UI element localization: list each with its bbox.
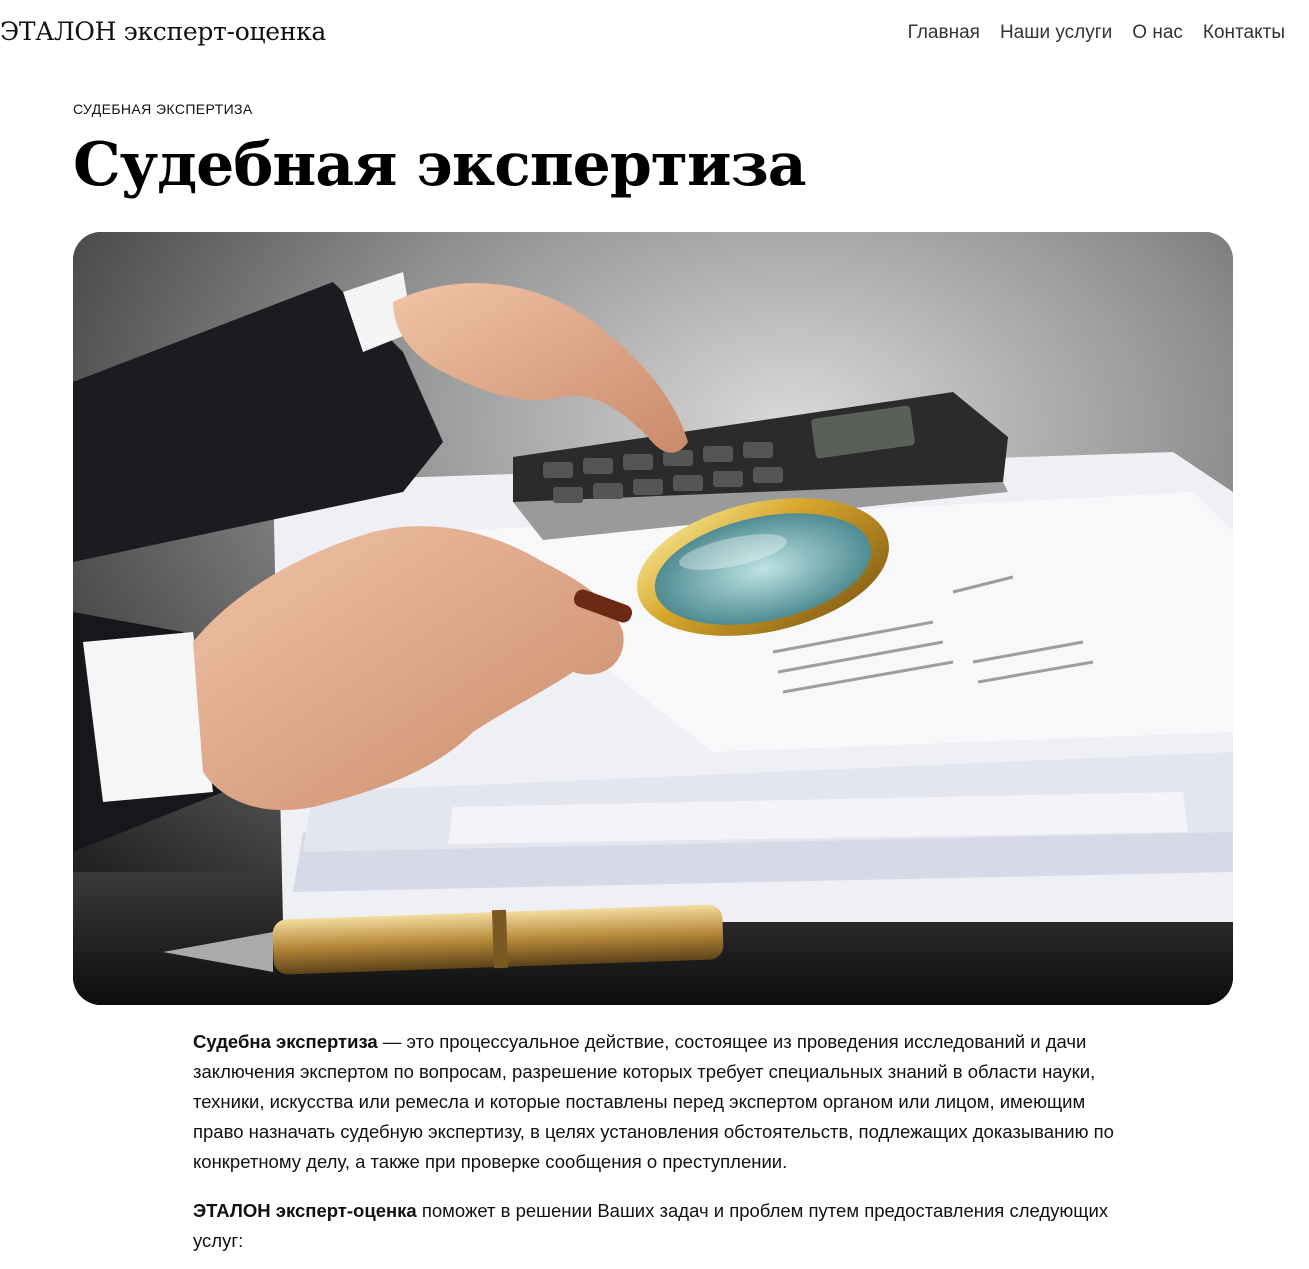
page-title: Судебная экспертиза	[73, 130, 807, 200]
intro-paragraph: Судебна экспертиза — это процессуальное …	[193, 1027, 1123, 1177]
hero-photo-illustration	[73, 232, 1233, 1005]
nav-item-services[interactable]: Наши услуги	[1000, 22, 1112, 44]
breadcrumb: СУДЕБНАЯ ЭКСПЕРТИЗА	[73, 101, 253, 117]
intro-text: — это процессуальное действие, состоящее…	[193, 1031, 1114, 1172]
intro-bold-term: Судебна экспертиза	[193, 1031, 378, 1052]
article-content: Судебна экспертиза — это процессуальное …	[193, 1027, 1123, 1269]
nav-item-contacts[interactable]: Контакты	[1203, 22, 1285, 44]
services-lead-paragraph: ЭТАЛОН эксперт-оценка поможет в решении …	[193, 1196, 1123, 1256]
site-header: ЭТАЛОН эксперт-оценка Главная Наши услуг…	[0, 0, 1309, 70]
site-title-link[interactable]: ЭТАЛОН эксперт-оценка	[0, 17, 326, 46]
main-nav: Главная Наши услуги О нас Контакты	[908, 22, 1285, 44]
hero-image	[73, 232, 1233, 1005]
company-name-bold: ЭТАЛОН эксперт-оценка	[193, 1200, 417, 1221]
nav-item-about[interactable]: О нас	[1132, 22, 1183, 44]
nav-item-home[interactable]: Главная	[908, 22, 980, 44]
